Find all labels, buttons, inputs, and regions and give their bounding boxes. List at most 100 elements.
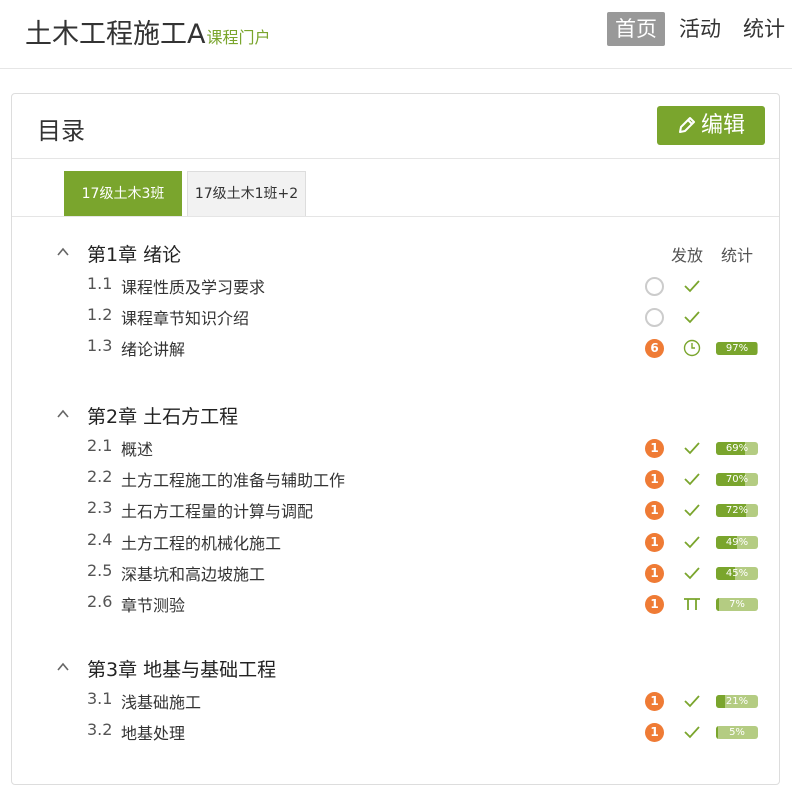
progress-bar[interactable]: 72% xyxy=(716,504,758,518)
chapter-block: 第3章 地基与基础工程 3.1 浅基础施工 1 21% 3.2 地基处理 1 5% xyxy=(12,651,779,747)
task-count-badge[interactable]: 1 xyxy=(645,439,664,458)
chapter-block: 第1章 绪论 发放 统计 1.1 课程性质及学习要求 1.2 课程章节知识介绍 1.3 绪论讲解… xyxy=(12,236,779,364)
catalog-panel: 目录 编辑 17级土木3班 17级土木1班+2 第1章 绪论 发放 统计 1.1 课程性… xyxy=(11,93,780,785)
task-count-badge[interactable]: 1 xyxy=(645,594,664,614)
progress-bar[interactable]: 21% xyxy=(716,695,758,708)
check-icon[interactable] xyxy=(682,691,702,711)
chapter-header[interactable]: 第2章 土石方工程 xyxy=(12,398,779,432)
section-row[interactable]: 2.3 土石方工程量的计算与调配 1 72% xyxy=(12,494,779,525)
section-title[interactable]: 地基处理 xyxy=(121,720,185,744)
section-row[interactable]: 2.4 土方工程的机械化施工 1 49% xyxy=(12,526,779,557)
section-row[interactable]: 2.2 土方工程施工的准备与辅助工作 1 70% xyxy=(12,463,779,494)
chapter-header[interactable]: 第1章 绪论 发放 统计 xyxy=(12,236,779,270)
progress-label: 21% xyxy=(725,696,749,707)
section-number: 2.4 xyxy=(87,529,113,549)
section-number: 2.3 xyxy=(87,498,113,518)
section-number: 2.2 xyxy=(87,467,113,487)
check-icon[interactable] xyxy=(682,500,702,520)
section-row[interactable]: 1.1 课程性质及学习要求 xyxy=(12,270,779,301)
progress-bar[interactable]: 97% xyxy=(716,342,758,356)
check-icon[interactable] xyxy=(682,438,702,458)
progress-bar[interactable]: 45% xyxy=(716,566,758,580)
clock-icon[interactable] xyxy=(682,338,702,358)
progress-bar[interactable]: 49% xyxy=(716,535,758,549)
check-icon[interactable] xyxy=(682,563,702,583)
panel-title: 目录 xyxy=(37,117,85,145)
section-number: 1.2 xyxy=(87,305,113,325)
section-row[interactable]: 2.6 章节测验 1 7% xyxy=(12,588,779,619)
section-row[interactable]: 1.2 课程章节知识介绍 xyxy=(12,301,779,332)
pencil-icon xyxy=(678,117,695,133)
stats-column-header: 统计 xyxy=(721,246,754,265)
empty-circle-icon[interactable] xyxy=(645,308,664,328)
chapter-header[interactable]: 第3章 地基与基础工程 xyxy=(12,651,779,685)
nav-statistics[interactable]: 统计 xyxy=(735,12,792,46)
release-column-header: 发放 xyxy=(671,246,704,265)
edit-button[interactable]: 编辑 xyxy=(657,106,765,145)
progress-bar[interactable]: 5% xyxy=(716,726,758,740)
progress-bar[interactable]: 7% xyxy=(716,597,758,611)
section-title[interactable]: 土方工程的机械化施工 xyxy=(121,530,281,554)
section-row[interactable]: 2.5 深基坑和高边坡施工 1 45% xyxy=(12,557,779,588)
chapter-title[interactable]: 第3章 地基与基础工程 xyxy=(87,655,276,682)
progress-bar[interactable]: 69% xyxy=(716,442,758,455)
task-count-badge[interactable]: 6 xyxy=(645,339,664,359)
progress-label: 45% xyxy=(725,567,749,579)
top-header: 土木工程施工A课程门户 首页 活动 统计 xyxy=(0,0,792,69)
check-icon[interactable] xyxy=(682,307,702,327)
chevron-up-icon[interactable] xyxy=(56,406,70,420)
panel-header: 目录 编辑 xyxy=(12,94,779,159)
section-row[interactable]: 3.2 地基处理 1 5% xyxy=(12,716,779,747)
nav-home[interactable]: 首页 xyxy=(607,12,665,46)
course-name: 土木工程施工A xyxy=(25,19,206,50)
task-count-badge[interactable]: 1 xyxy=(645,532,664,552)
section-title[interactable]: 土石方工程量的计算与调配 xyxy=(121,498,313,522)
task-count-badge[interactable]: 1 xyxy=(645,692,664,711)
section-number: 1.3 xyxy=(87,336,113,356)
tab-class-1-2[interactable]: 17级土木1班+2 xyxy=(187,171,306,216)
course-portal-label: 课程门户 xyxy=(206,28,271,47)
section-number: 2.5 xyxy=(87,560,113,580)
check-icon[interactable] xyxy=(682,469,702,489)
section-row[interactable]: 3.1 浅基础施工 1 21% xyxy=(12,685,779,716)
main-nav: 首页 活动 统计 xyxy=(607,12,792,46)
chapter-title[interactable]: 第2章 土石方工程 xyxy=(87,402,238,429)
progress-label: 70% xyxy=(725,474,749,486)
section-title[interactable]: 深基坑和高边坡施工 xyxy=(121,561,265,585)
section-row[interactable]: 1.3 绪论讲解 6 97% xyxy=(12,332,779,363)
quiz-icon[interactable] xyxy=(682,594,702,614)
section-number: 3.2 xyxy=(87,720,113,740)
progress-label: 97% xyxy=(725,343,749,355)
section-title[interactable]: 课程性质及学习要求 xyxy=(121,274,265,298)
chapter-block: 第2章 土石方工程 2.1 概述 1 69% 2.2 土方工程施工的准备与辅助工作 1 70% 2… xyxy=(12,398,779,619)
tab-class-3[interactable]: 17级土木3班 xyxy=(64,171,182,216)
section-title[interactable]: 概述 xyxy=(121,436,153,460)
section-title[interactable]: 课程章节知识介绍 xyxy=(121,305,249,329)
class-tabs: 17级土木3班 17级土木1班+2 xyxy=(12,159,779,217)
section-title[interactable]: 浅基础施工 xyxy=(121,689,201,713)
section-number: 2.1 xyxy=(87,436,113,455)
chevron-up-icon[interactable] xyxy=(56,659,70,673)
nav-activities[interactable]: 活动 xyxy=(671,12,729,46)
task-count-badge[interactable]: 1 xyxy=(645,723,664,743)
check-icon[interactable] xyxy=(682,276,702,296)
progress-label: 7% xyxy=(729,598,745,610)
section-title[interactable]: 章节测验 xyxy=(121,592,185,616)
section-row[interactable]: 2.1 概述 1 69% xyxy=(12,432,779,463)
section-title[interactable]: 绪论讲解 xyxy=(121,336,185,360)
course-title: 土木工程施工A课程门户 xyxy=(25,12,271,51)
task-count-badge[interactable]: 1 xyxy=(645,470,664,490)
task-count-badge[interactable]: 1 xyxy=(645,563,664,583)
progress-label: 49% xyxy=(725,536,749,548)
progress-label: 69% xyxy=(725,443,749,454)
section-title[interactable]: 土方工程施工的准备与辅助工作 xyxy=(121,467,345,491)
empty-circle-icon[interactable] xyxy=(645,277,664,296)
chapter-title[interactable]: 第1章 绪论 xyxy=(87,240,181,267)
progress-label: 72% xyxy=(725,505,749,517)
section-number: 1.1 xyxy=(87,274,113,293)
chevron-up-icon[interactable] xyxy=(56,244,70,258)
progress-bar[interactable]: 70% xyxy=(716,473,758,487)
task-count-badge[interactable]: 1 xyxy=(645,501,664,521)
check-icon[interactable] xyxy=(682,722,702,742)
check-icon[interactable] xyxy=(682,532,702,552)
